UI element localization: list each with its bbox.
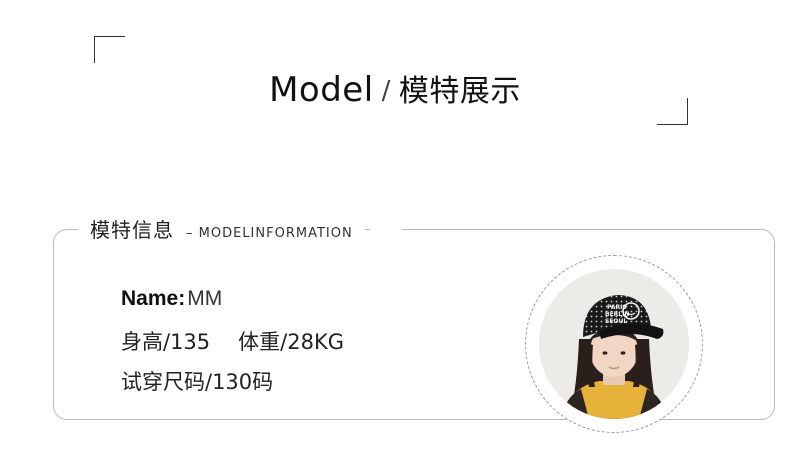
title-separator: / — [381, 76, 391, 106]
size-text: 试穿尺码/130码 — [121, 370, 274, 394]
model-photo: PARIS BERLIN SEOUL — [539, 269, 689, 419]
name-value: MM — [187, 287, 223, 310]
model-name-row: Name:MM — [121, 286, 222, 311]
corner-bracket-top-left — [94, 36, 125, 63]
title-en: Model — [269, 70, 374, 110]
card-label: 模特信息 – MODELINFORMATION — [78, 214, 365, 243]
cap-text-line-1: PARIS — [607, 304, 627, 311]
model-photo-illustration: PARIS BERLIN SEOUL — [539, 269, 689, 419]
card-label-cn: 模特信息 — [90, 218, 174, 242]
model-measurements-row: 身高/135 体重/28KG — [121, 326, 344, 356]
section-title: Model / 模特展示 — [0, 66, 790, 110]
title-cn: 模特展示 — [398, 74, 521, 109]
model-size-row: 试穿尺码/130码 — [121, 366, 273, 396]
name-label: Name: — [121, 287, 186, 310]
cap-text-line-3: SEOUL — [605, 318, 627, 325]
label-gap — [370, 224, 402, 234]
cap-text-line-2: BERLIN — [605, 311, 629, 318]
height-text: 身高/135 — [121, 330, 211, 354]
card-label-en: – MODELINFORMATION — [186, 226, 353, 241]
weight-text: 体重/28KG — [238, 330, 345, 354]
